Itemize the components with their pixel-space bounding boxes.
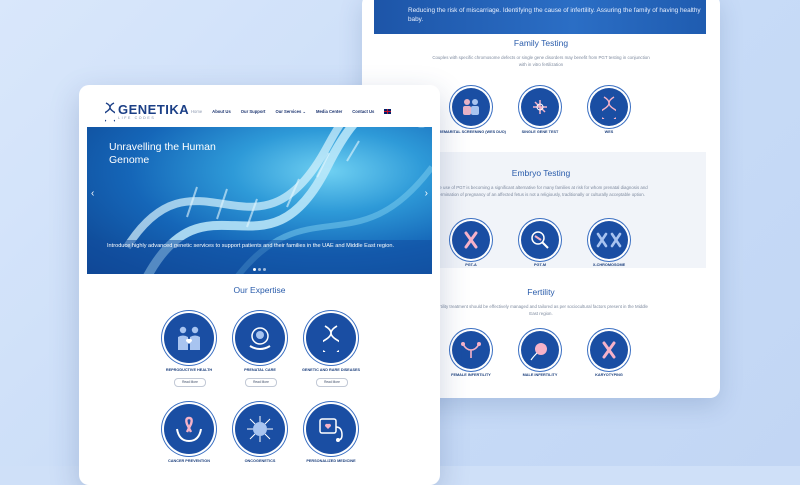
stethoscope-icon (319, 418, 343, 442)
female-infertility-label: FEMALE INFERTILITY (451, 373, 491, 377)
slider-dot[interactable] (258, 268, 261, 271)
karyotyping-label: KARYOTYPING (595, 373, 623, 377)
dna-icon (323, 325, 339, 352)
x-chromosome-label: X-CHROMOSOME (592, 263, 626, 267)
fetus-icon (249, 327, 271, 350)
karyotype-icon (602, 341, 616, 359)
family-icon (178, 326, 200, 350)
nav-media[interactable]: Media Center (316, 109, 342, 114)
dna-icon (602, 96, 616, 119)
expertise-title: Our Expertise (233, 285, 286, 295)
dna-logo-icon (105, 102, 115, 122)
ribbon-hands-icon (176, 416, 202, 443)
female-infertility-button[interactable] (452, 331, 490, 369)
nav-contact[interactable]: Contact Us (352, 109, 374, 114)
slider-next-arrow-icon[interactable]: › (425, 188, 428, 199)
wes-button[interactable] (590, 88, 628, 126)
hero-slider[interactable]: Unravelling the Human Genome Introduce h… (87, 127, 432, 274)
premarital-screening-button[interactable] (452, 88, 490, 126)
x-chromosome-icon (596, 232, 622, 248)
uk-flag-icon[interactable] (384, 109, 392, 114)
magnifier-icon (531, 231, 549, 249)
nav-support[interactable]: Our Support (241, 109, 266, 114)
prenatal-care-button[interactable] (235, 313, 285, 363)
back-banner: Reducing the risk of miscarriage. Identi… (374, 0, 706, 34)
slider-dots (253, 268, 266, 271)
couple-icon (463, 99, 479, 115)
cancer-prevention-button[interactable] (164, 404, 214, 454)
logo[interactable]: GENETIKA LIFE CODES (105, 102, 189, 122)
hero-description: Introduce highly advanced genetic servic… (107, 243, 394, 249)
fertility-desc: Fertility treatment should be effectivel… (434, 304, 648, 316)
nav-home[interactable]: Home (191, 109, 202, 114)
male-infertility-button[interactable] (521, 331, 559, 369)
nav-services[interactable]: Our Services ⌄ (275, 109, 306, 114)
molecule-icon (533, 100, 547, 114)
slider-prev-arrow-icon[interactable]: ‹ (91, 188, 94, 199)
embryo-testing-desc: The use of PGT is becoming a significant… (434, 185, 648, 197)
uterus-icon (461, 342, 481, 358)
male-infertility-label: MALE INFERTILITY (522, 373, 558, 377)
read-more-button[interactable]: Read More (245, 378, 277, 387)
slider-dot[interactable] (263, 268, 266, 271)
single-gene-test-button[interactable] (521, 88, 559, 126)
home-page-card: GENETIKA LIFE CODES Home About Us Our Su… (79, 85, 440, 485)
genetic-rare-diseases-label: GENETIC AND RARE DISEASES (301, 368, 361, 372)
slider-dot[interactable] (253, 268, 256, 271)
family-testing-desc: Couples with specific chromosome defects… (432, 55, 650, 67)
genetic-rare-diseases-button[interactable] (306, 313, 356, 363)
nav-about[interactable]: About Us (212, 109, 231, 114)
single-gene-test-label: SINGLE GENE TEST (521, 130, 559, 134)
pgt-a-label: PGT-A (465, 263, 477, 267)
chevron-down-icon: ⌄ (302, 109, 306, 114)
sperm-icon (530, 343, 547, 361)
chromosome-icon (464, 231, 478, 249)
banner-text: Reducing the risk of miscarriage. Identi… (408, 7, 701, 23)
main-nav: Home About Us Our Support Our Services ⌄… (191, 109, 392, 114)
logo-name: GENETIKA (118, 102, 190, 117)
read-more-button[interactable]: Read More (316, 378, 348, 387)
x-chromosome-button[interactable] (590, 221, 628, 259)
pgt-m-label: PGT-M (533, 263, 547, 267)
pgt-m-button[interactable] (521, 221, 559, 259)
cell-icon (247, 416, 273, 442)
personalized-medicine-label: PERSONALIZED MEDICINE (306, 459, 356, 463)
family-testing-title: Family Testing (513, 38, 569, 48)
oncogenetics-button[interactable] (235, 404, 285, 454)
reproductive-health-button[interactable] (164, 313, 214, 363)
wes-label: WES (604, 130, 614, 134)
hero-title: Unravelling the Human Genome (109, 141, 216, 166)
pgt-a-button[interactable] (452, 221, 490, 259)
premarital-screening-label: PREMARITAL SCREENING (WES DUO) (436, 130, 506, 134)
nav-services-label: Our Services (275, 109, 302, 114)
karyotyping-button[interactable] (590, 331, 628, 369)
personalized-medicine-button[interactable] (306, 404, 356, 454)
read-more-button[interactable]: Read More (174, 378, 206, 387)
